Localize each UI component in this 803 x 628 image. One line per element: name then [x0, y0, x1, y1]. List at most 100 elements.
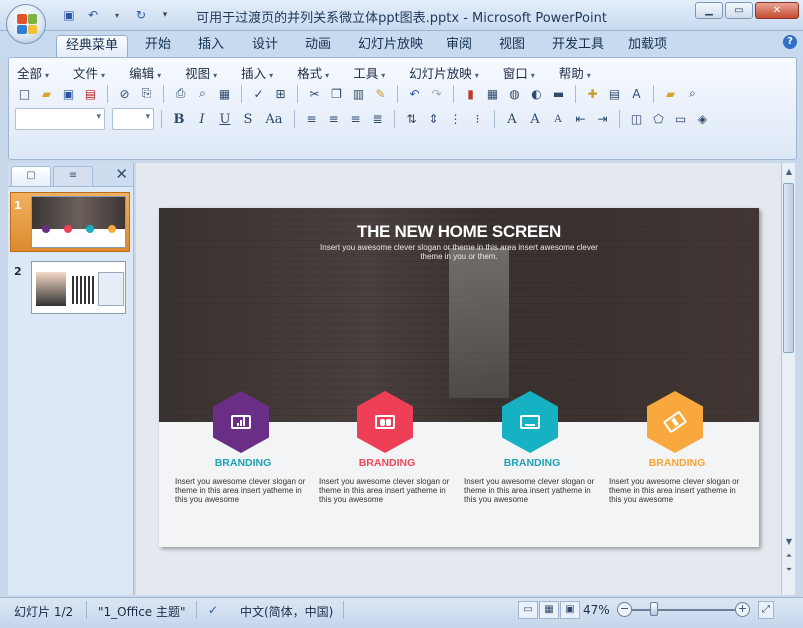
numbering-icon[interactable]: ⋮: [446, 110, 465, 129]
zoom-out-icon[interactable]: −: [617, 602, 632, 617]
shapes-icon[interactable]: ⬠: [649, 110, 668, 129]
font-size-combo[interactable]: [112, 108, 154, 130]
tab-insert[interactable]: 插入: [189, 35, 233, 57]
menu-format[interactable]: 格式 ▾: [297, 63, 339, 82]
maximize-icon[interactable]: ▭: [725, 2, 753, 19]
new-slide-icon[interactable]: ✚: [583, 84, 602, 103]
menu-view[interactable]: 视图 ▾: [185, 63, 227, 82]
office-button[interactable]: [6, 4, 46, 44]
arrange-icon[interactable]: ◫: [627, 110, 646, 129]
tab-animations[interactable]: 动画: [296, 35, 340, 57]
folder-icon[interactable]: ▰: [661, 84, 680, 103]
justify-icon[interactable]: ≣: [368, 110, 387, 129]
tab-slides[interactable]: ▢: [11, 166, 51, 186]
tab-outline[interactable]: ≡: [53, 166, 93, 186]
spell-check-icon[interactable]: ✓: [208, 603, 218, 617]
tab-developer[interactable]: 开发工具: [543, 35, 613, 57]
new-icon[interactable]: □: [15, 84, 34, 103]
tab-design[interactable]: 设计: [243, 35, 287, 57]
help-icon[interactable]: ?: [783, 35, 797, 49]
menu-edit[interactable]: 编辑 ▾: [129, 63, 171, 82]
bullets-icon[interactable]: ⁝: [468, 110, 487, 129]
tab-view[interactable]: 视图: [490, 35, 534, 57]
shape-fill-icon[interactable]: ◈: [693, 110, 712, 129]
undo-icon[interactable]: ↶: [405, 84, 424, 103]
format-painter-icon[interactable]: ✎: [371, 84, 390, 103]
menu-slideshow[interactable]: 幻灯片放映 ▾: [409, 63, 489, 82]
bold-icon[interactable]: B: [169, 112, 189, 127]
zoom-icon[interactable]: ⌕: [683, 84, 702, 103]
decrease-indent-icon[interactable]: ⇤: [571, 110, 590, 129]
menu-help[interactable]: 帮助 ▾: [559, 63, 601, 82]
research-icon[interactable]: ⊞: [271, 84, 290, 103]
chart-icon[interactable]: ▮: [461, 84, 480, 103]
spelling-icon[interactable]: ✓: [249, 84, 268, 103]
zoom-slider[interactable]: [632, 609, 736, 611]
attach-icon[interactable]: ⎘: [137, 84, 156, 103]
permission-icon[interactable]: ⊘: [115, 84, 134, 103]
save-icon[interactable]: ▣: [59, 84, 78, 103]
tab-classic-menu[interactable]: 经典菜单: [56, 35, 129, 57]
align-left-icon[interactable]: ≡: [302, 110, 321, 129]
paste-icon[interactable]: ▥: [349, 84, 368, 103]
textbox-icon[interactable]: A: [627, 84, 646, 103]
print-preview-icon[interactable]: ⌕: [193, 84, 212, 103]
slide-sorter-icon[interactable]: ▦: [539, 601, 559, 619]
zoom-level[interactable]: 47%: [583, 603, 610, 617]
slide-subtitle[interactable]: Insert you awesome clever slogan or them…: [309, 243, 609, 261]
increase-indent-icon[interactable]: ⇥: [593, 110, 612, 129]
hammer-icon[interactable]: [647, 391, 703, 453]
menu-all[interactable]: 全部 ▾: [17, 63, 59, 82]
cut-icon[interactable]: ✂: [305, 84, 324, 103]
people-icon[interactable]: [357, 391, 413, 453]
align-text-icon[interactable]: ⇕: [424, 110, 443, 129]
document-icon[interactable]: [502, 391, 558, 453]
font-name-combo[interactable]: [15, 108, 105, 130]
previous-slide-icon[interactable]: ⏶: [782, 549, 796, 563]
menu-tools[interactable]: 工具 ▾: [353, 63, 395, 82]
change-case-icon[interactable]: Aa: [261, 112, 287, 127]
minimize-icon[interactable]: ▁: [695, 2, 723, 19]
redo-icon[interactable]: ↷: [427, 84, 446, 103]
clipart-icon[interactable]: ◍: [505, 84, 524, 103]
chart-icon[interactable]: [213, 391, 269, 453]
tab-review[interactable]: 审阅: [437, 35, 481, 57]
font-color-icon[interactable]: A: [502, 112, 522, 127]
underline-icon[interactable]: U: [215, 112, 235, 127]
slide-canvas[interactable]: THE NEW HOME SCREEN Insert you awesome c…: [159, 208, 759, 547]
tab-slideshow[interactable]: 幻灯片放映: [349, 35, 432, 57]
copy-icon[interactable]: ❐: [327, 84, 346, 103]
tab-home[interactable]: 开始: [136, 35, 180, 57]
fit-to-window-icon[interactable]: ⤢: [758, 601, 774, 619]
picture-icon[interactable]: ◐: [527, 84, 546, 103]
scroll-up-icon[interactable]: ▲: [782, 165, 796, 179]
next-slide-icon[interactable]: ⏷: [782, 563, 796, 577]
layout-icon[interactable]: ▦: [215, 84, 234, 103]
slide-thumbnail-2[interactable]: [31, 261, 126, 314]
menu-window[interactable]: 窗口 ▾: [503, 63, 545, 82]
tab-addins[interactable]: 加载项: [619, 35, 676, 57]
grow-font-icon[interactable]: A: [525, 112, 545, 127]
slide-thumbnail-1[interactable]: [31, 196, 126, 248]
layout-slide-icon[interactable]: ▤: [605, 84, 624, 103]
pane-close-icon[interactable]: ✕: [115, 165, 128, 183]
open-icon[interactable]: ▰: [37, 84, 56, 103]
quick-styles-icon[interactable]: ▭: [671, 110, 690, 129]
italic-icon[interactable]: I: [192, 112, 212, 127]
text-direction-icon[interactable]: ⇅: [402, 110, 421, 129]
table-icon[interactable]: ▦: [483, 84, 502, 103]
align-center-icon[interactable]: ≡: [324, 110, 343, 129]
scroll-down-icon[interactable]: ▼: [782, 535, 796, 549]
normal-view-icon[interactable]: ▭: [518, 601, 538, 619]
zoom-slider-knob[interactable]: [650, 602, 658, 616]
align-right-icon[interactable]: ≡: [346, 110, 365, 129]
vertical-scrollbar[interactable]: ▲ ▼ ⏶ ⏷: [781, 163, 795, 595]
zoom-in-icon[interactable]: +: [735, 602, 750, 617]
pdf-icon[interactable]: ▤: [81, 84, 100, 103]
menu-insert[interactable]: 插入 ▾: [241, 63, 283, 82]
close-icon[interactable]: ✕: [755, 2, 799, 19]
menu-file[interactable]: 文件 ▾: [73, 63, 115, 82]
shrink-font-icon[interactable]: A: [548, 114, 568, 125]
print-icon[interactable]: ⎙: [171, 84, 190, 103]
strikethrough-icon[interactable]: S: [238, 112, 258, 127]
